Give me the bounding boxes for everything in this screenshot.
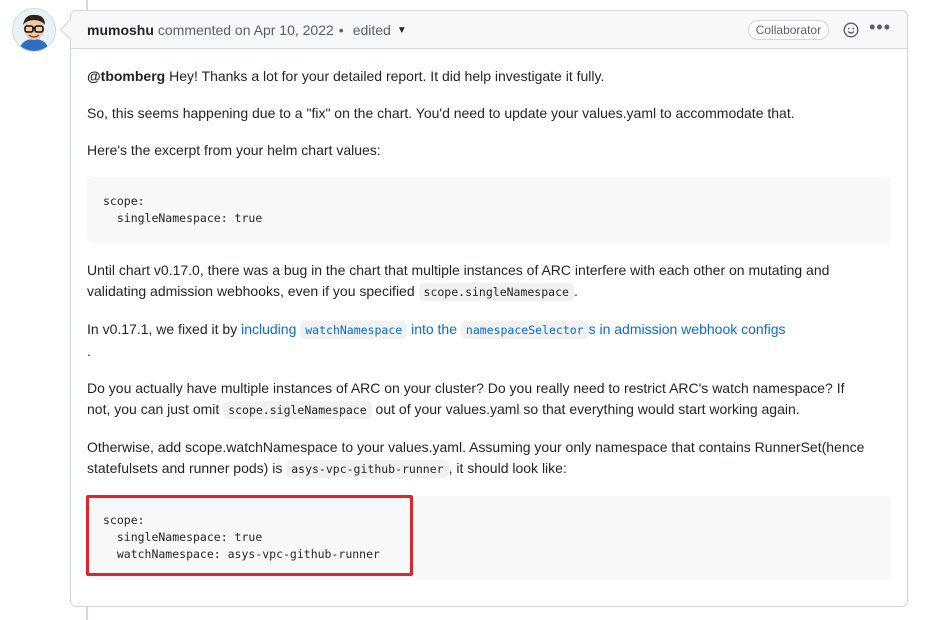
collaborator-badge: Collaborator [747,19,830,40]
code-namespace-name: asys-vpc-github-runner [286,460,449,478]
question-line-2-end: out of your values.yaml so that everythi… [371,401,800,417]
separator-dot: • [338,21,344,38]
otherwise-line-2-start: statefulsets and runner pods) is [87,460,287,476]
bug-line-1: Until chart v0.17.0, there was a bug in … [87,262,830,278]
question-line-1: Do you actually have multiple instances … [87,380,845,396]
comment-header: mumoshu commented on Apr 10, 2022 • edit… [71,11,907,49]
code-scope-siglenamespace: scope.sigleNamespace [223,401,372,419]
comment-timestamp[interactable]: commented on Apr 10, 2022 [158,22,334,38]
paragraph-question: Do you actually have multiple instances … [87,378,891,421]
highlight-box [86,495,413,576]
code-scope-singlenamespace: scope.singleNamespace [418,283,574,301]
otherwise-line-2-end: , it should look like: [448,460,567,476]
bug-line-end: . [573,283,578,299]
fix-link[interactable]: including watchNamespace into the namesp… [241,321,786,339]
avatar[interactable] [12,8,56,52]
otherwise-line-1: Otherwise, add scope.watchNamespace to y… [87,439,865,455]
fix-link-text-1: including [241,321,301,337]
avatar-image [13,9,55,51]
paragraph-otherwise: Otherwise, add scope.watchNamespace to y… [87,437,891,480]
code-namespaceselector: namespaceSelector [460,321,589,339]
edited-dropdown[interactable]: edited ▼ [353,22,407,38]
more-options-button[interactable]: ••• [869,16,891,37]
bug-line-2: validating admission webhooks, even if y… [87,283,419,299]
edited-label: edited [352,21,391,38]
greeting-text: Hey! Thanks a lot for your detailed repo… [165,68,605,84]
paragraph-cause: So, this seems happening due to a "fix" … [87,105,795,121]
paragraph-excerpt-intro: Here's the excerpt from your helm chart … [87,142,381,158]
paragraph-bug-explanation: Until chart v0.17.0, there was a bug in … [87,260,891,303]
add-reaction-button[interactable] [843,21,859,38]
fix-link-text-2: into the [407,321,461,337]
user-mention[interactable]: @tbomberg [87,68,165,84]
smiley-icon [843,21,859,38]
code-block-excerpt: scope: singleNamespace: true [87,177,891,243]
chevron-down-icon: ▼ [396,25,407,36]
paragraph-fix: In v0.17.1, we fixed it by including wat… [87,319,891,362]
fix-period: . [87,343,91,359]
question-line-2-start: not, you can just omit [87,401,224,417]
author-link[interactable]: mumoshu [87,22,154,38]
code-watchnamespace: watchNamespace [300,321,408,339]
paragraph-greeting: @tbomberg Hey! Thanks a lot for your det… [87,66,891,87]
fix-text: In v0.17.1, we fixed it by [87,321,242,337]
kebab-horizontal-icon: ••• [869,16,891,37]
fix-link-text-3: s in admission webhook configs [588,321,786,337]
